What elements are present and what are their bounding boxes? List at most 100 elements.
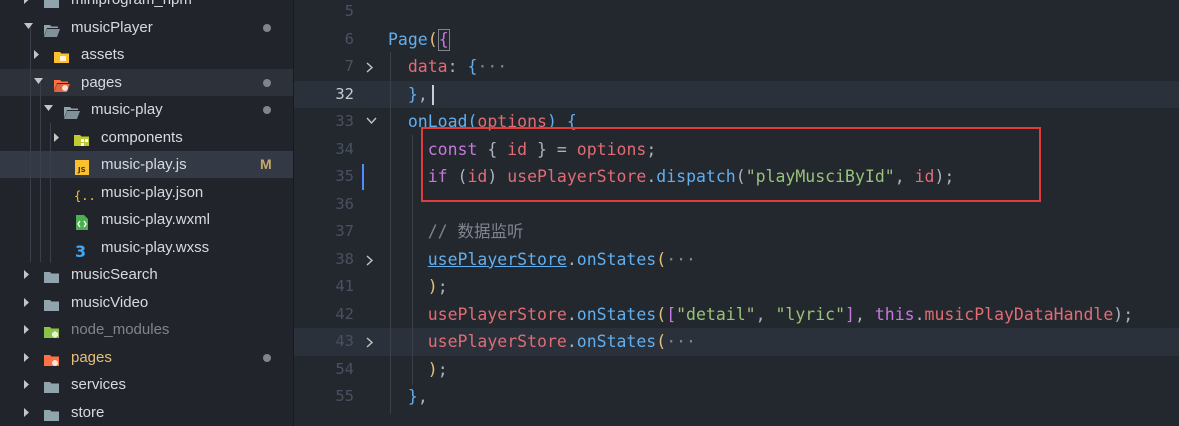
tree-item-pages[interactable]: pages xyxy=(0,344,293,371)
indent-guide xyxy=(390,52,391,414)
line-number: 5 xyxy=(344,2,354,20)
chevron-right-icon[interactable] xyxy=(23,344,33,371)
tree-item-music-play-json[interactable]: {..} music-play.json xyxy=(0,179,293,206)
chevron-right-icon[interactable] xyxy=(23,371,33,398)
code-line[interactable]: 41 ); xyxy=(294,273,1179,301)
code-line[interactable]: 6 Page({ xyxy=(294,26,1179,54)
node-modules-folder-icon xyxy=(44,322,60,338)
indent-guide xyxy=(50,123,51,263)
components-folder-icon xyxy=(74,130,90,146)
chevron-right-icon[interactable] xyxy=(23,399,33,426)
svg-text:{..}: {..} xyxy=(74,189,96,203)
code-token: usePlayerStore xyxy=(427,304,567,324)
code-token: data xyxy=(407,57,448,76)
code-token: , xyxy=(417,387,428,406)
chevron-right-icon[interactable] xyxy=(23,261,33,288)
chevron-right-icon[interactable] xyxy=(23,316,33,343)
indent-guide xyxy=(412,135,413,385)
code-token: usePlayerStore xyxy=(427,249,567,269)
chevron-right-icon[interactable] xyxy=(23,289,33,316)
modified-dot xyxy=(263,353,271,362)
code-token: ] xyxy=(845,304,855,324)
code-token: ; xyxy=(437,277,448,296)
chevron-right-icon[interactable] xyxy=(23,0,33,13)
modified-dot xyxy=(263,23,271,32)
tree-item-musicvideo[interactable]: musicVideo xyxy=(0,289,293,316)
tree-item-music-play-wxml[interactable]: music-play.wxml xyxy=(0,206,293,233)
line-number: 32 xyxy=(335,84,354,103)
tree-item-miniprogram-npm[interactable]: miniprogram_npm xyxy=(0,0,293,13)
code-editor[interactable]: 5 6 Page({7 data: {··· 32 }, 33 onLoad(optio… xyxy=(294,0,1179,426)
tree-item-music-play-js[interactable]: JS music-play.js M xyxy=(0,151,293,178)
css-file-icon: 3 xyxy=(74,240,90,261)
code-line[interactable]: 32 }, xyxy=(294,80,1179,108)
fold-closed-icon[interactable] xyxy=(366,246,378,274)
fold-closed-icon[interactable] xyxy=(366,328,378,356)
tree-item-music-play[interactable]: music-play xyxy=(0,96,293,123)
modified-line-indicator xyxy=(362,164,364,190)
tree-item-services[interactable]: services xyxy=(0,371,293,398)
git-status-badge: M xyxy=(260,156,272,172)
tree-item-components[interactable]: components xyxy=(0,124,293,151)
chevron-right-icon[interactable] xyxy=(33,41,43,68)
code-line[interactable]: 7 data: {··· xyxy=(294,53,1179,81)
code-token: ( xyxy=(656,249,667,269)
chevron-down-icon[interactable] xyxy=(43,96,53,123)
tree-item-label: musicVideo xyxy=(71,293,149,311)
code-token: usePlayerStore xyxy=(427,332,567,351)
folder-icon xyxy=(44,405,60,421)
code-text: // 数据监听 xyxy=(388,218,524,246)
code-text: usePlayerStore.onStates(··· xyxy=(388,246,696,274)
tree-item-label: music-play.json xyxy=(101,183,204,201)
code-token: ( xyxy=(656,332,667,351)
code-token: // 数据监听 xyxy=(427,222,524,241)
code-token: } xyxy=(407,84,418,104)
line-number: 38 xyxy=(335,249,354,268)
chevron-down-icon[interactable] xyxy=(33,69,43,96)
json-file-icon: {..} xyxy=(74,185,103,203)
tree-item-musicsearch[interactable]: musicSearch xyxy=(0,261,293,288)
code-token: , xyxy=(755,304,776,324)
code-line[interactable]: 42 usePlayerStore.onStates(["detail", "l… xyxy=(294,301,1179,329)
code-token: ) xyxy=(427,277,438,296)
line-number: 41 xyxy=(335,277,354,295)
code-line[interactable]: 38 usePlayerStore.onStates(··· xyxy=(294,246,1179,274)
code-text: usePlayerStore.onStates(["detail", "lyri… xyxy=(388,301,1133,329)
code-token: onStates xyxy=(576,304,657,324)
tree-item-store[interactable]: store xyxy=(0,399,293,426)
tree-item-musicplayer[interactable]: musicPlayer xyxy=(0,14,293,41)
code-token: ) xyxy=(427,359,438,379)
tree-item-label: music-play.wxss xyxy=(101,238,210,256)
code-line[interactable]: 43 usePlayerStore.onStates(··· xyxy=(294,328,1179,356)
code-line[interactable]: 37 // 数据监听 xyxy=(294,218,1179,246)
code-token: . xyxy=(566,332,577,351)
code-text: }, xyxy=(388,383,428,411)
modified-dot xyxy=(263,78,271,87)
code-line[interactable]: 55 }, xyxy=(294,383,1179,411)
code-line[interactable]: 54 ); xyxy=(294,356,1179,384)
tree-item-label: miniprogram_npm xyxy=(71,0,192,13)
tree-item-label: services xyxy=(71,376,127,393)
modified-dot xyxy=(263,106,271,114)
tree-item-assets[interactable]: assets xyxy=(0,41,293,68)
tree-item-pages[interactable]: pages xyxy=(0,68,293,96)
tree-item-node-modules[interactable]: node_modules xyxy=(0,316,293,343)
code-token: ( xyxy=(427,29,438,49)
fold-open-icon[interactable] xyxy=(366,108,378,136)
code-token: { xyxy=(467,57,478,76)
tree-item-music-play-wxss[interactable]: 3 music-play.wxss xyxy=(0,234,293,261)
code-token: musicPlayDataHandle xyxy=(924,304,1114,324)
chevron-right-icon[interactable] xyxy=(53,124,63,151)
wxml-file-icon xyxy=(74,212,90,230)
code-line[interactable]: 5 xyxy=(294,0,1179,26)
tree-item-label: music-play.wxml xyxy=(101,211,210,228)
fold-closed-icon[interactable] xyxy=(366,53,378,81)
code-token: onStates xyxy=(576,332,657,351)
chevron-down-icon[interactable] xyxy=(23,14,33,41)
code-token: "detail" xyxy=(676,304,756,324)
line-number: 54 xyxy=(335,359,354,378)
